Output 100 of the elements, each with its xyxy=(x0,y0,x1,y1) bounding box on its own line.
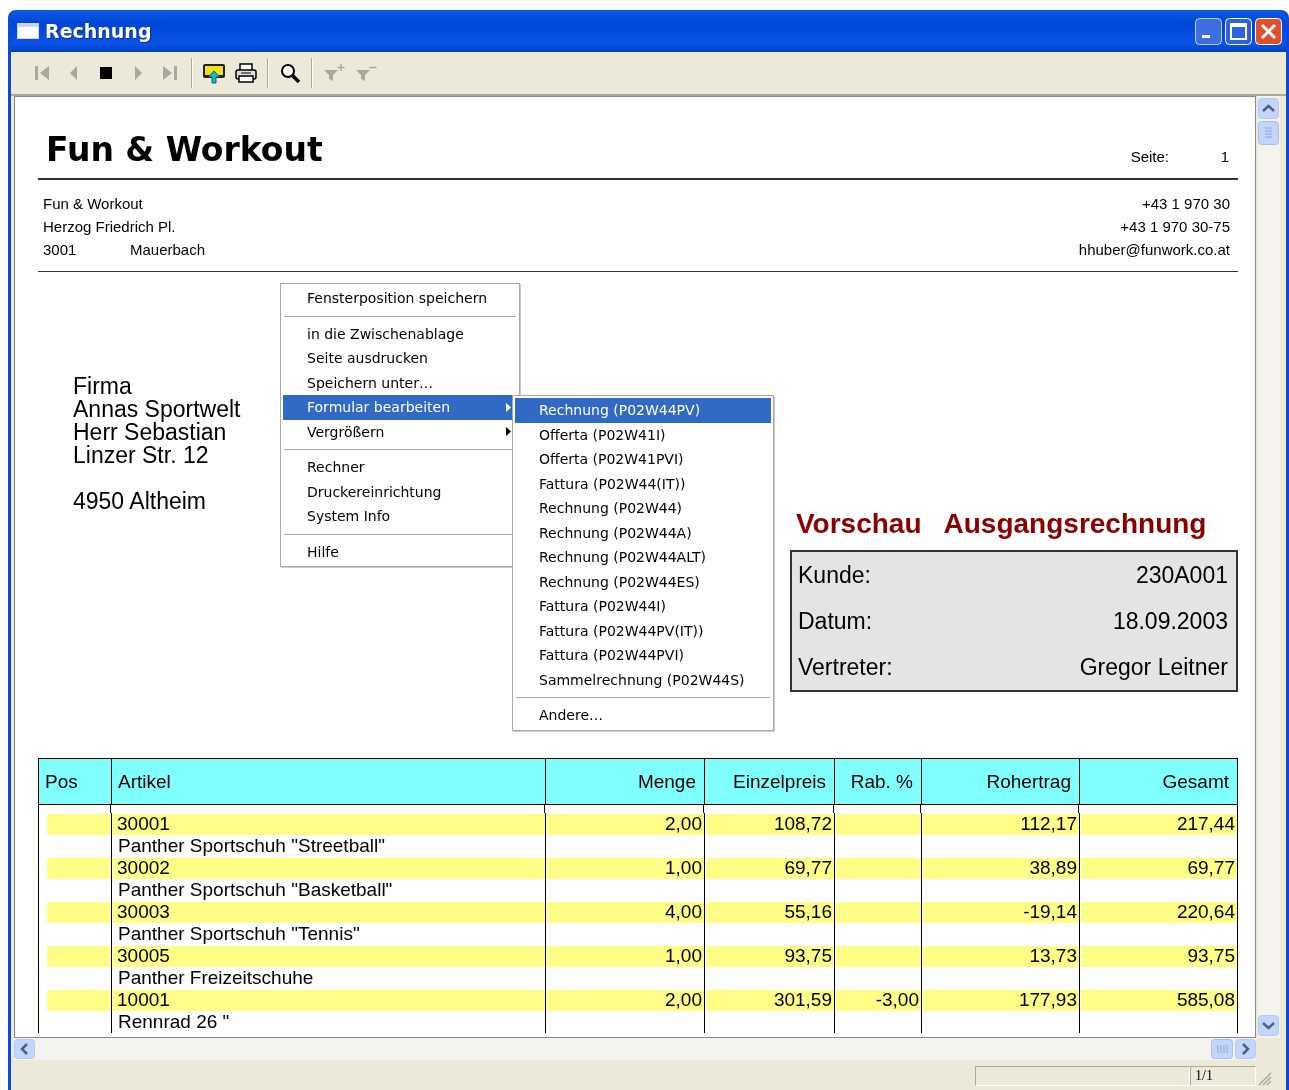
row-highlight xyxy=(47,813,111,835)
status-panel: 1/1 xyxy=(1190,1066,1256,1086)
menu-item[interactable]: Sammelrechnung (P02W44S) xyxy=(515,667,771,692)
menu-item[interactable]: Offerta (P02W41I) xyxy=(515,422,771,447)
column-header: Rohertrag xyxy=(921,759,1079,804)
menu-item[interactable]: Speichern unter… xyxy=(283,370,517,395)
document-title: Ausgangsrechnung xyxy=(943,508,1207,540)
column-header: Rab. % xyxy=(834,759,921,804)
menu-item[interactable]: Rechnung (P02W44A) xyxy=(515,520,771,545)
article-description: Panther Sportschuh "Basketball" xyxy=(117,879,393,901)
scroll-down-button[interactable] xyxy=(1258,1015,1279,1036)
table-cell: 177,93 xyxy=(923,989,1079,1011)
sender-address-line: Fun & Workout xyxy=(43,194,144,214)
column-header: Menge xyxy=(545,759,704,804)
menu-item[interactable]: Fattura (P02W44I) xyxy=(515,594,771,619)
window-icon xyxy=(17,23,39,39)
info-label: Vertreter: xyxy=(798,653,893,681)
info-value: 230A001 xyxy=(1135,561,1228,589)
search-icon[interactable] xyxy=(279,62,301,84)
submenu-arrow-icon xyxy=(506,427,511,437)
sender-city: Mauerbach xyxy=(130,240,206,260)
article-description: Panther Sportschuh "Tennis" xyxy=(117,923,360,945)
menu-item[interactable]: Rechnung (P02W44ALT) xyxy=(515,545,771,570)
printer-icon[interactable] xyxy=(234,62,258,84)
sender-address-line: Herzog Friedrich Pl. xyxy=(43,217,177,237)
article-description: Panther Sportschuh "Streetball" xyxy=(117,835,385,857)
close-button[interactable] xyxy=(1255,17,1282,45)
preview-label: Vorschau xyxy=(796,508,922,540)
table-cell: 2,00 xyxy=(547,813,704,835)
info-label: Datum: xyxy=(798,607,873,635)
table-cell: 585,08 xyxy=(1081,989,1237,1011)
table-cell: 69,77 xyxy=(1081,857,1237,879)
menu-item[interactable]: Fattura (P02W44PVI) xyxy=(515,643,771,668)
sender-zip: 3001 xyxy=(43,240,78,260)
table-cell: -3,00 xyxy=(836,989,921,1011)
table-cell: 10001 xyxy=(113,989,545,1011)
table-cell: 301,59 xyxy=(706,989,834,1011)
table-cell: 55,16 xyxy=(706,901,834,923)
table-cell: 30005 xyxy=(113,945,545,967)
table-cell: 69,77 xyxy=(706,857,834,879)
article-description: Rennrad 26 " xyxy=(117,1011,230,1033)
page-label: Seite: xyxy=(1130,148,1169,165)
table-cell: 108,72 xyxy=(706,813,834,835)
row-highlight xyxy=(47,989,111,1011)
page-number: 1 xyxy=(1219,148,1229,165)
scroll-thumb[interactable] xyxy=(1211,1039,1233,1059)
menu-item[interactable]: in die Zwischenablage xyxy=(283,321,517,346)
scroll-left-button[interactable] xyxy=(14,1039,35,1059)
table-cell: 93,75 xyxy=(706,945,834,967)
row-highlight xyxy=(47,901,111,923)
menu-item[interactable]: Seite ausdrucken xyxy=(283,346,517,371)
scroll-right-button[interactable] xyxy=(1235,1039,1256,1059)
table-cell: 30002 xyxy=(113,857,545,879)
column-header: Gesamt xyxy=(1079,759,1237,804)
table-cell: 38,89 xyxy=(923,857,1079,879)
row-highlight xyxy=(47,857,111,879)
menu-item[interactable]: Rechnung (P02W44PV) xyxy=(515,398,771,423)
recipient-city: 4950 Altheim xyxy=(73,490,206,513)
table-cell: 2,00 xyxy=(547,989,704,1011)
column-header: Einzelpreis xyxy=(704,759,834,804)
company-name: Fun & Workout xyxy=(45,130,324,170)
table-cell: 1,00 xyxy=(547,857,704,879)
table-cell: 13,73 xyxy=(923,945,1079,967)
menu-item[interactable]: Rechnung (P02W44) xyxy=(515,496,771,521)
contact-line: +43 1 970 30 xyxy=(1142,194,1230,214)
table-cell: 217,44 xyxy=(1081,813,1237,835)
menu-item[interactable]: Fensterposition speichern xyxy=(283,286,517,311)
monitor-arrow-icon[interactable] xyxy=(202,62,226,84)
info-label: Kunde: xyxy=(798,561,871,589)
article-description: Panther Freizeitschuhe xyxy=(117,967,314,989)
scroll-thumb[interactable] xyxy=(1258,121,1279,145)
table-cell: 4,00 xyxy=(547,901,704,923)
menu-item[interactable]: Rechnung (P02W44ES) xyxy=(515,569,771,594)
contact-line: +43 1 970 30-75 xyxy=(1120,217,1230,237)
menu-item[interactable]: Andere… xyxy=(515,703,771,728)
recipient-line: Herr Sebastian xyxy=(73,421,227,444)
menu-item[interactable]: Fattura (P02W44PV(IT)) xyxy=(515,618,771,643)
row-highlight xyxy=(47,945,111,967)
contact-line: hhuber@funwork.co.at xyxy=(1078,240,1230,260)
window-title: Rechnung xyxy=(45,20,153,42)
recipient-line: Firma xyxy=(73,375,132,398)
menu-item[interactable]: Fattura (P02W44(IT)) xyxy=(515,471,771,496)
table-cell: 30003 xyxy=(113,901,545,923)
table-cell: 30001 xyxy=(113,813,545,835)
info-value: Gregor Leitner xyxy=(1079,653,1228,681)
minimize-button[interactable] xyxy=(1195,17,1222,45)
table-cell: 220,64 xyxy=(1081,901,1237,923)
stop-icon[interactable] xyxy=(97,64,115,82)
column-header: Pos xyxy=(44,769,79,794)
table-cell: 112,17 xyxy=(923,813,1079,835)
resize-grip-icon[interactable] xyxy=(1256,1070,1272,1086)
table-cell: 93,75 xyxy=(1081,945,1237,967)
scroll-up-button[interactable] xyxy=(1258,98,1279,119)
column-header: Artikel xyxy=(111,759,545,804)
menu-item[interactable]: Vergrößern xyxy=(283,419,517,444)
info-value: 18.09.2003 xyxy=(1112,607,1228,635)
menu-item[interactable]: Offerta (P02W41PVI) xyxy=(515,447,771,472)
table-cell: -19,14 xyxy=(923,901,1079,923)
recipient-line: Linzer Str. 12 xyxy=(73,444,209,467)
maximize-button[interactable] xyxy=(1225,17,1252,45)
